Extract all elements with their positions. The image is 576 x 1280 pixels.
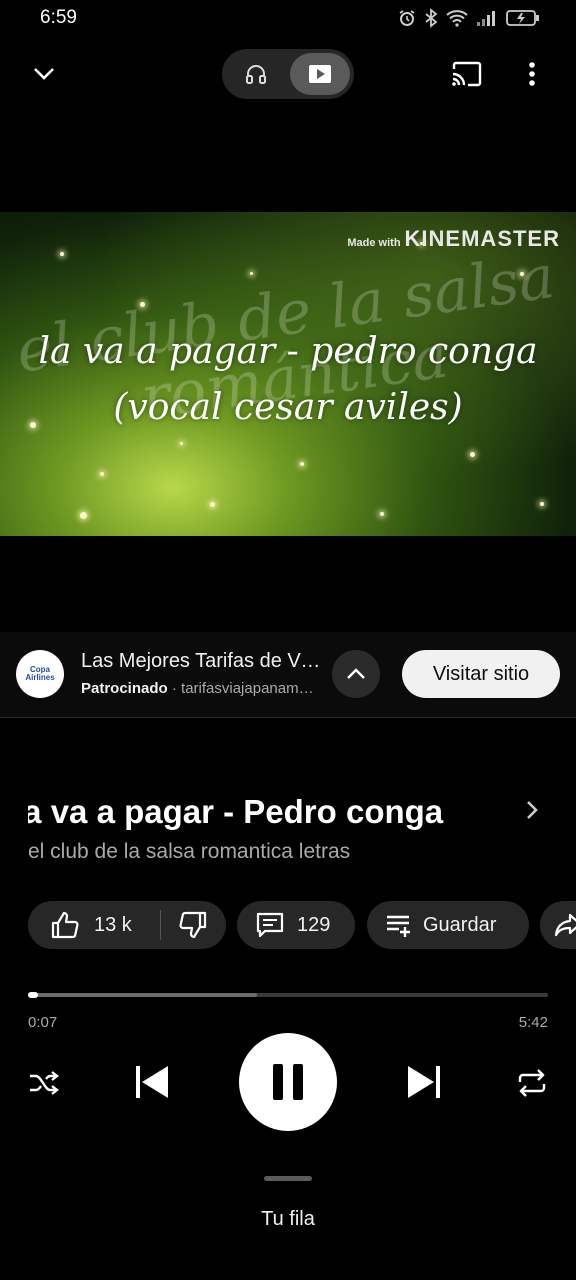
video-player[interactable]: el club de la salsa romántica Made with … bbox=[0, 212, 576, 536]
repeat-icon bbox=[518, 1069, 546, 1097]
ad-subtitle: Patrocinado · tarifasviajapanama.com bbox=[81, 680, 321, 697]
video-icon bbox=[309, 65, 331, 83]
song-details-button[interactable] bbox=[516, 794, 548, 826]
visit-site-button[interactable]: Visitar sitio bbox=[402, 650, 560, 698]
ad-separator: · bbox=[167, 680, 182, 697]
more-vertical-icon bbox=[529, 62, 535, 86]
sparkle bbox=[100, 472, 104, 476]
sparkle bbox=[540, 502, 544, 506]
status-bar: 6:59 bbox=[0, 0, 576, 38]
sparkle bbox=[380, 512, 384, 516]
watermark-brand: KINEMASTER bbox=[404, 226, 560, 251]
skip-next-icon bbox=[408, 1066, 440, 1098]
watermark-small-text: Made with bbox=[347, 237, 401, 249]
save-label: Guardar bbox=[423, 913, 497, 936]
comments-button[interactable]: 129 bbox=[237, 901, 355, 949]
seek-bar[interactable] bbox=[28, 992, 548, 998]
sparkle bbox=[300, 462, 304, 466]
shuffle-button[interactable] bbox=[22, 1061, 66, 1105]
song-mode-button[interactable] bbox=[226, 53, 286, 95]
share-button[interactable] bbox=[540, 901, 576, 949]
previous-button[interactable] bbox=[128, 1058, 176, 1106]
battery-charging-icon bbox=[506, 10, 539, 26]
cast-icon bbox=[452, 61, 482, 87]
comments-count: 129 bbox=[297, 913, 331, 936]
ad-domain: tarifasviajapanama.com bbox=[181, 680, 321, 697]
video-title-line1: la va a pagar - pedro conga bbox=[38, 331, 538, 372]
kinemaster-watermark: Made with KINEMASTER bbox=[347, 226, 560, 252]
advertiser-logo: Copa Airlines bbox=[16, 650, 64, 698]
song-title[interactable]: la va a pagar - Pedro conga bbox=[28, 790, 498, 834]
video-overlay-title: la va a pagar - pedro conga (vocal cesar… bbox=[0, 324, 576, 436]
seek-played bbox=[28, 992, 38, 998]
song-artist[interactable]: el club de la salsa romantica letras bbox=[28, 840, 350, 864]
pause-icon bbox=[273, 1064, 303, 1100]
current-time: 0:07 bbox=[28, 1014, 58, 1031]
like-dislike-chip: 13 k bbox=[28, 901, 226, 949]
queue-drag-handle[interactable] bbox=[264, 1176, 312, 1181]
sparkle bbox=[80, 512, 87, 519]
wifi-icon bbox=[446, 10, 468, 27]
ad-expand-button[interactable] bbox=[332, 650, 380, 698]
dislike-button[interactable] bbox=[161, 901, 225, 949]
chevron-right-icon bbox=[527, 801, 538, 819]
sponsored-label: Patrocinado bbox=[81, 680, 168, 697]
sparkle bbox=[180, 442, 183, 445]
next-button[interactable] bbox=[400, 1058, 448, 1106]
cast-button[interactable] bbox=[444, 54, 488, 94]
chevron-up-icon bbox=[347, 668, 365, 679]
sparkle bbox=[470, 452, 475, 457]
action-chips: 13 k 129 Guardar bbox=[28, 901, 576, 951]
playlist-add-icon bbox=[387, 915, 410, 937]
total-time: 5:42 bbox=[518, 1014, 548, 1031]
headphones-icon bbox=[246, 65, 266, 84]
video-mode-button[interactable] bbox=[290, 53, 350, 95]
more-options-button[interactable] bbox=[514, 54, 550, 94]
sparkle bbox=[60, 252, 64, 256]
seek-buffered bbox=[28, 993, 257, 997]
sponsored-ad-bar[interactable]: Copa Airlines Las Mejores Tarifas de Via… bbox=[0, 632, 576, 718]
save-button[interactable]: Guardar bbox=[367, 901, 529, 949]
ad-logo-line2: Airlines bbox=[25, 673, 55, 682]
like-button[interactable]: 13 k bbox=[28, 901, 160, 949]
comment-icon bbox=[256, 912, 284, 938]
status-time: 6:59 bbox=[40, 7, 77, 28]
signal-icon bbox=[477, 11, 495, 26]
collapse-player-button[interactable] bbox=[24, 54, 64, 94]
sparkle bbox=[250, 272, 253, 275]
bluetooth-icon bbox=[425, 8, 438, 28]
play-pause-button[interactable] bbox=[239, 1033, 337, 1131]
sparkle bbox=[210, 502, 215, 507]
up-next-tab[interactable]: Tu fila bbox=[0, 1208, 576, 1231]
thumb-up-icon bbox=[51, 911, 79, 939]
video-title-line2: (vocal cesar aviles) bbox=[113, 387, 463, 428]
status-icons bbox=[398, 8, 540, 28]
thumb-down-icon bbox=[179, 911, 207, 939]
ad-title: Las Mejores Tarifas de Viajes bbox=[81, 650, 321, 672]
player-top-bar bbox=[0, 44, 576, 104]
like-count: 13 k bbox=[94, 913, 132, 936]
song-title-text: la va a pagar - Pedro conga bbox=[28, 793, 444, 830]
shuffle-icon bbox=[30, 1071, 59, 1095]
skip-previous-icon bbox=[136, 1066, 168, 1098]
audio-video-toggle bbox=[222, 49, 354, 99]
chevron-down-icon bbox=[34, 68, 54, 80]
share-icon bbox=[554, 913, 576, 937]
alarm-icon bbox=[399, 10, 415, 26]
repeat-button[interactable] bbox=[510, 1061, 554, 1105]
